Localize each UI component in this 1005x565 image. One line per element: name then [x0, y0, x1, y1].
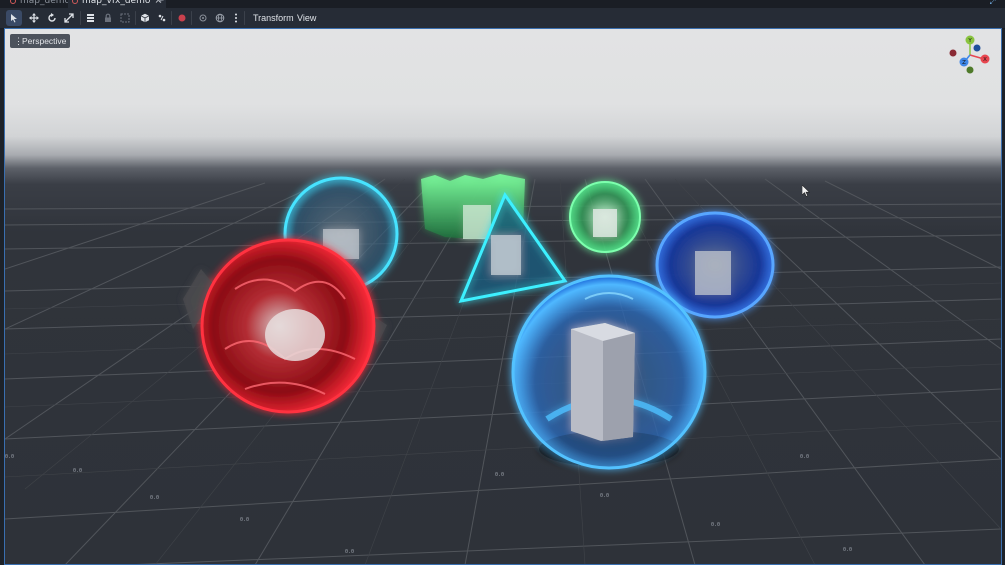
- cube-icon: [140, 13, 150, 23]
- neg-y-handle: [966, 66, 974, 74]
- rotate-mode-button[interactable]: [44, 10, 60, 26]
- tab-map-vfx-demo[interactable]: map_vfx_demo ×: [68, 0, 166, 8]
- z-axis-label: Z: [962, 60, 966, 66]
- pivot-icon: [199, 14, 207, 22]
- svg-text:0.0: 0.0: [73, 468, 82, 474]
- toolbar-separator: [80, 11, 81, 25]
- svg-text:0.0: 0.0: [843, 547, 852, 553]
- transform-menu[interactable]: Transform: [253, 10, 294, 26]
- viewport-toolbar: Transform View: [0, 8, 1005, 29]
- y-axis-label: Y: [967, 38, 972, 44]
- svg-text:0.0: 0.0: [5, 454, 14, 460]
- svg-text:0.0: 0.0: [495, 472, 504, 478]
- tab-map-demo[interactable]: map_demo: [6, 0, 76, 8]
- view-menu[interactable]: View: [297, 10, 316, 26]
- snap-button[interactable]: [154, 10, 170, 26]
- scene-icon: [72, 0, 78, 4]
- move-icon: [29, 13, 39, 23]
- scene-render: 0.0 0.0 0.0 0.0 0.0 0.0 0.0 0.0 0.0 0.0: [5, 174, 1001, 565]
- neg-x-handle: [949, 49, 957, 57]
- lock-button[interactable]: [100, 10, 116, 26]
- mouse-cursor-icon: [802, 185, 810, 197]
- scene-tab-bar: map_demo map_vfx_demo × + ⤢: [0, 0, 1005, 8]
- neg-z-handle: [973, 44, 981, 52]
- more-vertical-icon: ⋮: [14, 36, 23, 46]
- toolbar-separator: [191, 11, 192, 25]
- green-small-sphere: [569, 181, 641, 253]
- perspective-label: Perspective: [22, 36, 67, 46]
- x-axis-label: X: [983, 57, 987, 63]
- scale-mode-button[interactable]: [61, 10, 77, 26]
- distraction-free-icon[interactable]: ⤢: [990, 0, 997, 7]
- scale-icon: [64, 13, 74, 23]
- pivot-button[interactable]: [195, 10, 211, 26]
- blue-large-shield-sphere: [511, 274, 707, 470]
- svg-text:0.0: 0.0: [600, 493, 609, 499]
- select-icon: [11, 14, 17, 23]
- add-tab-button[interactable]: +: [157, 0, 169, 8]
- snap-icon: [158, 14, 166, 22]
- 3d-viewport[interactable]: 0.0 0.0 0.0 0.0 0.0 0.0 0.0 0.0 0.0 0.0 …: [5, 29, 1001, 565]
- globe-icon: [215, 13, 225, 23]
- group-button[interactable]: [117, 10, 133, 26]
- lock-icon: [105, 13, 111, 22]
- group-icon: [120, 13, 130, 23]
- rotate-icon: [48, 13, 56, 22]
- record-icon: [178, 14, 186, 22]
- physics-button[interactable]: [174, 10, 190, 26]
- svg-text:0.0: 0.0: [711, 522, 720, 528]
- environment-button[interactable]: [212, 10, 228, 26]
- tab-label: map_vfx_demo: [82, 0, 151, 6]
- more-icon: [235, 13, 237, 23]
- svg-text:0.0: 0.0: [150, 495, 159, 501]
- perspective-menu-button[interactable]: ⋮ Perspective: [10, 34, 71, 48]
- tab-label: map_demo: [20, 0, 71, 6]
- svg-text:0.0: 0.0: [240, 517, 249, 523]
- list-select-icon: [87, 14, 94, 22]
- list-select-button[interactable]: [83, 10, 99, 26]
- svg-text:0.0: 0.0: [345, 549, 354, 555]
- move-mode-button[interactable]: [26, 10, 42, 26]
- svg-text:0.0: 0.0: [800, 454, 809, 460]
- more-options-button[interactable]: [228, 10, 244, 26]
- toolbar-separator: [244, 11, 245, 25]
- scene-icon: [10, 0, 16, 4]
- toolbar-separator: [135, 11, 136, 25]
- local-space-button[interactable]: [137, 10, 153, 26]
- view-orientation-gizmo[interactable]: Y X Z: [947, 35, 993, 75]
- toolbar-separator: [171, 11, 172, 25]
- select-mode-button[interactable]: [6, 10, 22, 26]
